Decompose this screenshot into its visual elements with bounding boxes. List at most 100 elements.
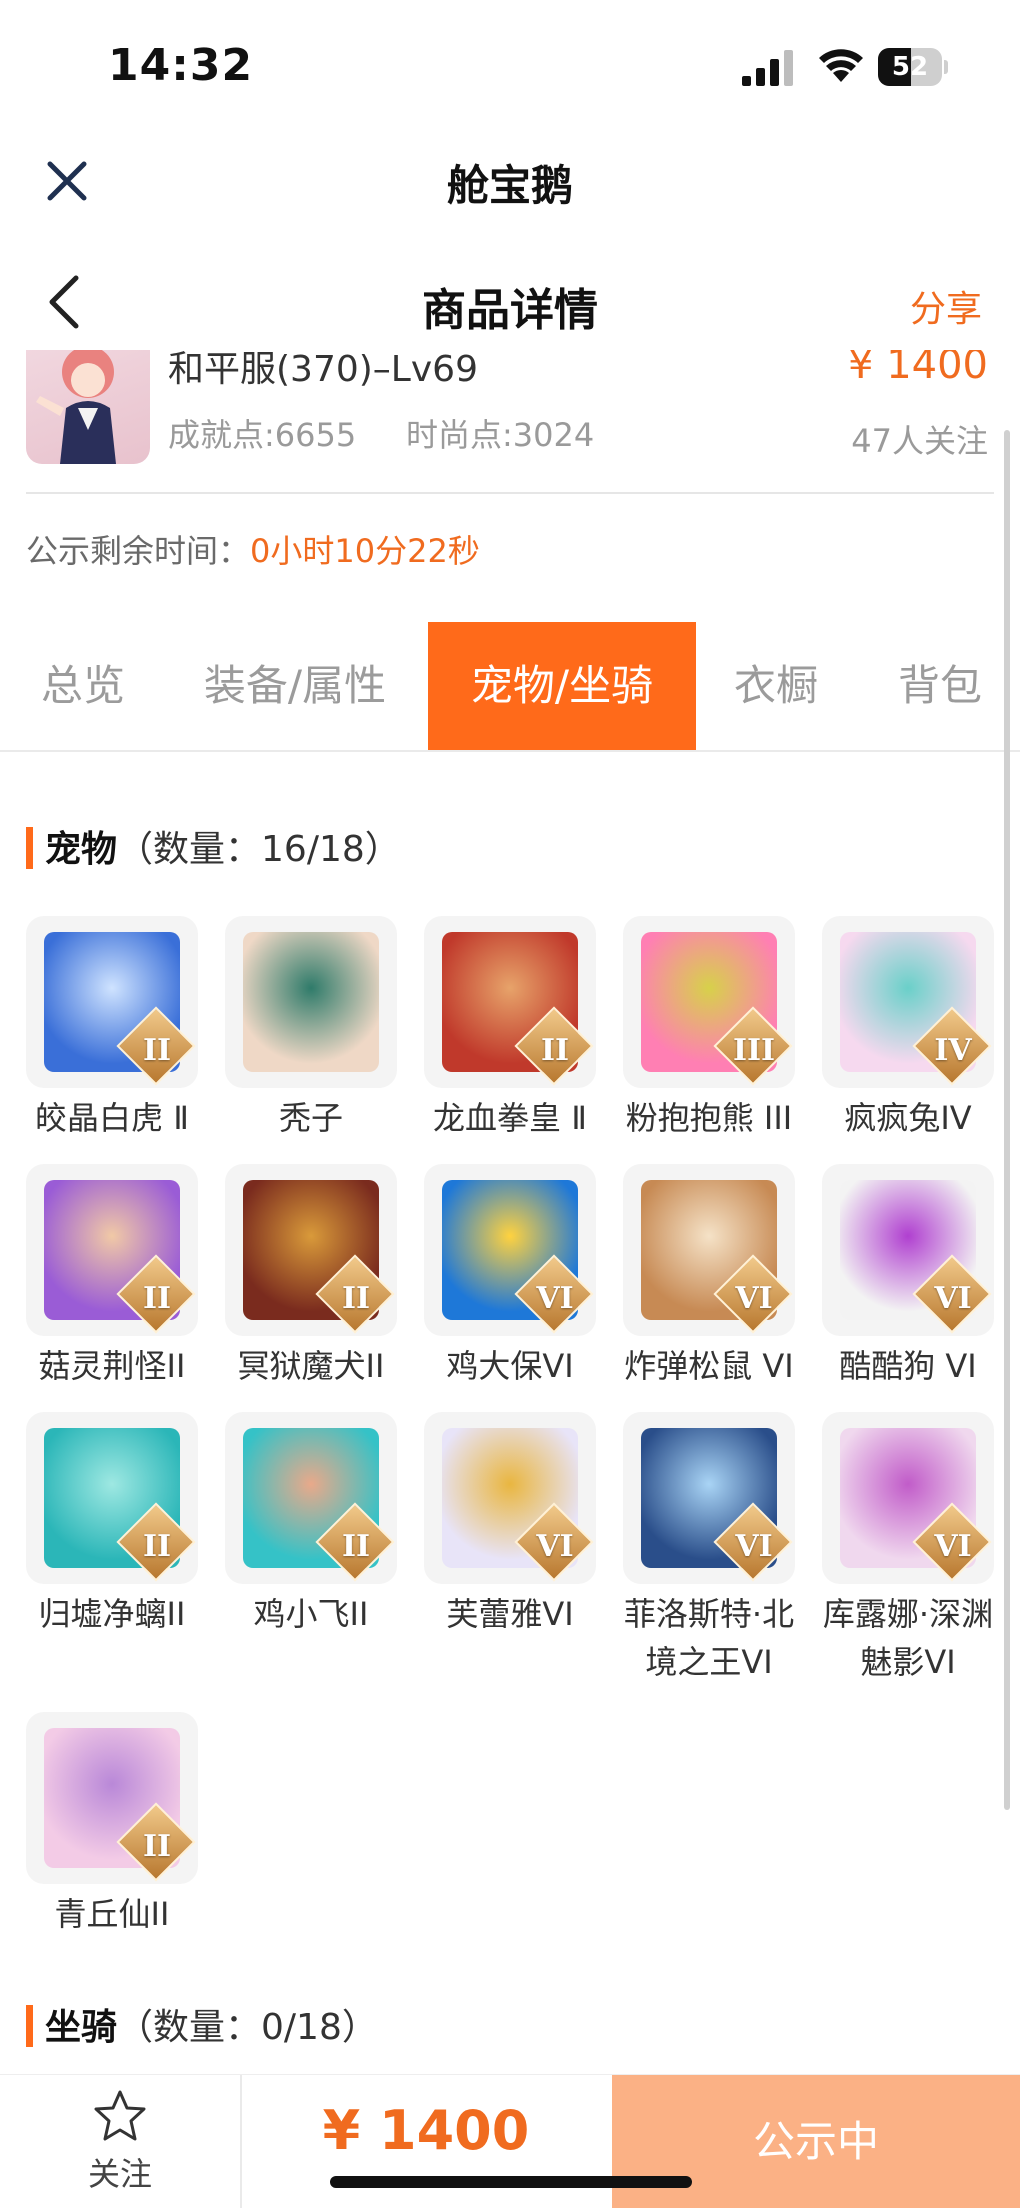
tab-equipment[interactable]: 装备/属性	[180, 622, 410, 750]
pet-image: II	[26, 1712, 198, 1884]
rank-badge-label: IV	[934, 1033, 972, 1068]
tab-pets-mounts[interactable]: 宠物/坐骑	[428, 622, 696, 750]
pet-name: 炸弹松鼠 VI	[624, 1347, 794, 1385]
pet-card[interactable]: VI 酷酷狗 VI	[822, 1164, 994, 1390]
battery-level: 52	[891, 52, 929, 82]
pet-card[interactable]: VI 炸弹松鼠 VI	[623, 1164, 795, 1390]
pet-name: 酷酷狗 VI	[839, 1347, 977, 1385]
follow-label: 关注	[87, 2155, 152, 2193]
pet-name: 龙血拳皇 Ⅱ	[433, 1099, 587, 1137]
countdown: 公示剩余时间：0小时10分22秒	[26, 526, 480, 572]
pet-card[interactable]: IV 疯疯兔IV	[822, 916, 994, 1142]
rank-badge-label: II	[142, 1829, 172, 1864]
rank-badge-label: VI	[536, 1529, 574, 1564]
bottom-price: ¥ 1400	[322, 2099, 530, 2162]
battery-icon: 52	[878, 48, 948, 86]
pet-card[interactable]: II 青丘仙II	[26, 1712, 198, 1938]
pet-image	[225, 916, 397, 1088]
pets-count: （数量：16/18）	[117, 829, 401, 870]
fashion-points: 时尚点:3024	[406, 416, 595, 454]
pet-image: VI	[822, 1412, 994, 1584]
rank-badge-label: III	[732, 1033, 776, 1068]
tab-wardrobe[interactable]: 衣橱	[716, 622, 836, 750]
pet-portrait	[243, 932, 379, 1072]
rank-badge-label: II	[540, 1033, 570, 1068]
pet-card[interactable]: VI 鸡大保VI	[424, 1164, 596, 1390]
pet-name: 库露娜·深渊魅影VI	[822, 1595, 994, 1681]
rank-badge-label: VI	[735, 1529, 773, 1564]
countdown-label: 公示剩余时间：	[26, 532, 251, 570]
section-accent-bar	[26, 827, 33, 869]
pet-card[interactable]: II 归墟净螭II	[26, 1412, 198, 1638]
pet-card[interactable]: VI 库露娜·深渊魅影VI	[822, 1412, 994, 1686]
pet-name: 疯疯兔IV	[844, 1099, 972, 1137]
follow-button[interactable]: 关注	[0, 2075, 242, 2208]
share-button[interactable]: 分享	[910, 280, 982, 332]
pets-heading: 宠物	[45, 829, 118, 870]
tab-bag[interactable]: 背包	[880, 622, 1000, 750]
home-indicator	[330, 2176, 692, 2188]
product-price: ¥ 1400	[848, 350, 988, 388]
nav-bar: 商品详情 分享	[0, 250, 1020, 350]
app-top-bar: 舱宝鹅	[0, 130, 1020, 230]
mounts-heading: 坐骑	[45, 2007, 118, 2048]
pet-name: 冥狱魔犬II	[237, 1347, 385, 1385]
pet-image: VI	[623, 1164, 795, 1336]
pet-card[interactable]: II 菇灵荆怪II	[26, 1164, 198, 1390]
scrollbar[interactable]	[1004, 430, 1010, 1810]
product-info: 和平服(370)–Lv69 ¥ 1400 成就点:6655 时尚点:3024 4…	[0, 350, 1020, 495]
follower-count: 47人关注	[851, 422, 988, 460]
mounts-count: （数量：0/18）	[117, 2007, 378, 2048]
cellular-signal-icon	[742, 50, 793, 86]
rank-badge-label: II	[142, 1033, 172, 1068]
rank-badge-label: II	[341, 1529, 371, 1564]
pet-card[interactable]: II 龙血拳皇 Ⅱ	[424, 916, 596, 1142]
star-icon	[94, 2090, 146, 2141]
pet-card[interactable]: II 皎晶白虎 Ⅱ	[26, 916, 198, 1142]
rank-badge-label: II	[142, 1529, 172, 1564]
character-thumbnail	[26, 350, 150, 464]
pet-name: 菲洛斯特·北境之王VI	[623, 1595, 795, 1681]
pet-image: II	[424, 916, 596, 1088]
clock: 14:32	[108, 40, 254, 91]
pet-image: VI	[424, 1164, 596, 1336]
rank-badge-label: VI	[934, 1281, 972, 1316]
countdown-value: 0小时10分22秒	[250, 532, 480, 570]
mounts-section-title: 坐骑（数量：0/18）	[26, 2004, 378, 2052]
pets-section-title: 宠物（数量：16/18）	[26, 826, 401, 874]
pet-image: II	[26, 916, 198, 1088]
pet-image: III	[623, 916, 795, 1088]
pet-name: 鸡大保VI	[446, 1347, 574, 1385]
public-notice-button[interactable]: 公示中	[612, 2075, 1020, 2208]
rank-badge-label: VI	[934, 1529, 972, 1564]
pet-card[interactable]: 秃子	[225, 916, 397, 1142]
pet-card[interactable]: VI 芙蕾雅VI	[424, 1412, 596, 1638]
rank-badge-label: II	[142, 1281, 172, 1316]
pet-name: 青丘仙II	[54, 1895, 170, 1933]
pet-name: 芙蕾雅VI	[446, 1595, 574, 1633]
pet-name: 归墟净螭II	[38, 1595, 186, 1633]
pet-image: IV	[822, 916, 994, 1088]
section-accent-bar	[26, 2005, 33, 2047]
tab-bar: 总览 装备/属性 宠物/坐骑 衣橱 背包	[0, 622, 1020, 752]
tab-overview[interactable]: 总览	[18, 622, 148, 750]
pet-card[interactable]: II 鸡小飞II	[225, 1412, 397, 1638]
pet-name: 粉抱抱熊 III	[625, 1099, 793, 1137]
pet-card[interactable]: III 粉抱抱熊 III	[623, 916, 795, 1142]
product-name: 和平服(370)–Lv69	[168, 350, 478, 390]
pet-name: 秃子	[278, 1099, 343, 1137]
pet-card[interactable]: VI 菲洛斯特·北境之王VI	[623, 1412, 795, 1686]
app-title: 舱宝鹅	[446, 161, 573, 210]
rank-badge-label: II	[341, 1281, 371, 1316]
rank-badge-label: VI	[735, 1281, 773, 1316]
pet-name: 鸡小飞II	[253, 1595, 369, 1633]
pet-image: VI	[623, 1412, 795, 1584]
achievement-points: 成就点:6655	[168, 416, 357, 454]
pet-image: VI	[822, 1164, 994, 1336]
pet-card[interactable]: II 冥狱魔犬II	[225, 1164, 397, 1390]
pet-image: II	[225, 1412, 397, 1584]
pet-image: II	[26, 1164, 198, 1336]
status-bar: 14:32 52	[0, 0, 1020, 130]
divider	[26, 492, 994, 494]
pet-name: 皎晶白虎 Ⅱ	[35, 1099, 189, 1137]
